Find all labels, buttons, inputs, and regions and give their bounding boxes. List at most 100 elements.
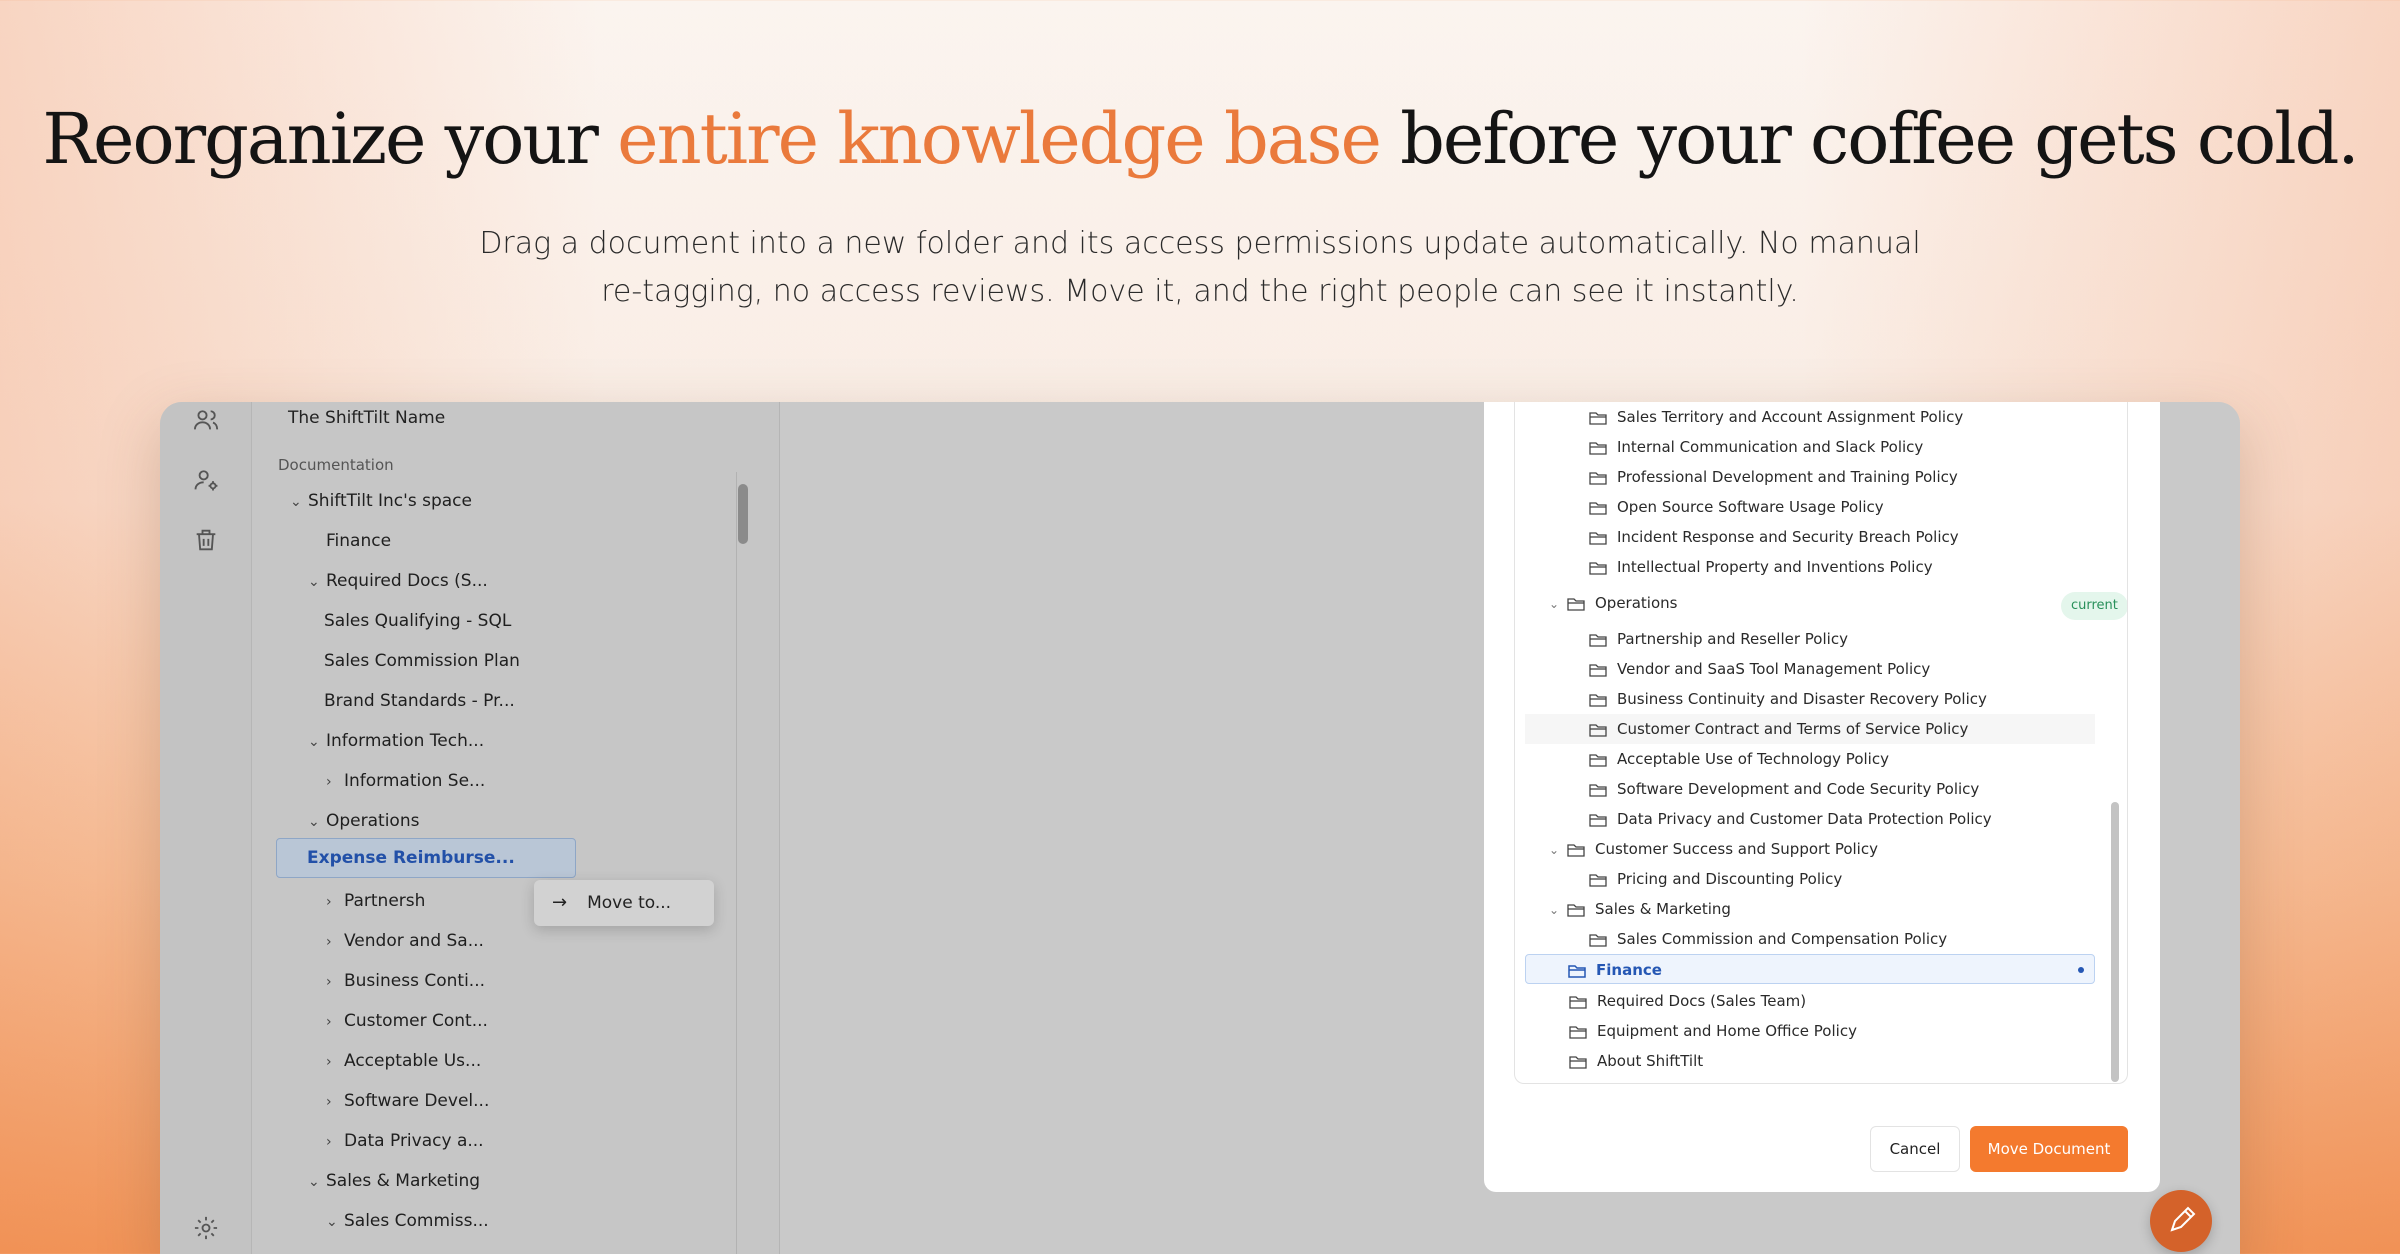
folder-row[interactable]: Open Source Software Usage Policy bbox=[1589, 492, 1884, 522]
chevron-icon: ⌄ bbox=[308, 574, 320, 590]
folder-label: Operations bbox=[1595, 594, 1678, 612]
folder-row[interactable]: Software Development and Code Security P… bbox=[1589, 774, 1979, 804]
edit-fab-button[interactable] bbox=[2150, 1190, 2212, 1252]
pencil-icon bbox=[2170, 1206, 2196, 1232]
tree-item-label: Sales Commission Plan bbox=[324, 651, 520, 671]
tree-item[interactable]: ⌄ Operations bbox=[308, 804, 419, 838]
folder-icon bbox=[1567, 597, 1585, 611]
tree-item[interactable]: ⌄ Sales & Marketing bbox=[308, 1164, 480, 1198]
folder-row[interactable]: Sales Commission and Compensation Policy bbox=[1589, 924, 1947, 954]
folder-icon bbox=[1589, 693, 1607, 707]
folder-icon bbox=[1589, 933, 1607, 947]
tree-item-selected[interactable]: Expense Reimburse... bbox=[276, 838, 576, 878]
folder-icon bbox=[1589, 783, 1607, 797]
tree-item[interactable]: ⌄ Sales Commiss... bbox=[326, 1204, 489, 1238]
tree-item[interactable]: › Acceptable Us... bbox=[326, 1044, 481, 1078]
folder-label: Intellectual Property and Inventions Pol… bbox=[1617, 558, 1933, 576]
tree-item[interactable]: › Business Conti... bbox=[326, 964, 485, 998]
tree-item-label: Operations bbox=[326, 811, 420, 831]
tree-item[interactable]: › Vendor and Sa... bbox=[326, 924, 484, 958]
headline-tail: before your coffee gets cold. bbox=[1379, 98, 2360, 180]
folder-icon bbox=[1589, 471, 1607, 485]
tree-item[interactable]: › Software Devel... bbox=[326, 1084, 489, 1118]
trash-icon[interactable] bbox=[192, 526, 220, 554]
cancel-button[interactable]: Cancel bbox=[1870, 1126, 1960, 1172]
folder-icon bbox=[1569, 1025, 1587, 1039]
tree-item[interactable]: Brand Standards - Pr... bbox=[306, 684, 515, 718]
tree-item-label: Partnersh bbox=[344, 891, 426, 911]
folder-row[interactable]: ⌄ Operations bbox=[1549, 588, 1677, 618]
tree-item-label: Sales & Marketing bbox=[326, 1171, 481, 1191]
tree-item-label: Data Privacy a... bbox=[344, 1131, 484, 1151]
chevron-down-icon[interactable]: ⌄ bbox=[1549, 589, 1567, 619]
folder-row[interactable]: ⌄ Sales & Marketing bbox=[1549, 894, 1731, 924]
chevron-icon: ⌄ bbox=[290, 494, 302, 510]
tree-item[interactable]: › Data Privacy a... bbox=[326, 1124, 484, 1158]
hero-headline: Reorganize your entire knowledge base be… bbox=[0, 98, 2400, 180]
folder-row[interactable]: Business Continuity and Disaster Recover… bbox=[1589, 684, 1987, 714]
chevron-icon: › bbox=[326, 1134, 332, 1150]
tree-item[interactable]: › Customer Cont... bbox=[326, 1004, 488, 1038]
folder-row[interactable]: Sales Territory and Account Assignment P… bbox=[1589, 402, 1963, 432]
folder-row[interactable]: Equipment and Home Office Policy bbox=[1569, 1016, 1857, 1046]
folder-label: Customer Success and Support Policy bbox=[1595, 840, 1878, 858]
move-document-dialog: Sales Territory and Account Assignment P… bbox=[1484, 402, 2160, 1192]
folder-label: Business Continuity and Disaster Recover… bbox=[1617, 690, 1987, 708]
folder-label: Required Docs (Sales Team) bbox=[1597, 992, 1807, 1010]
folder-row[interactable]: Intellectual Property and Inventions Pol… bbox=[1589, 552, 1933, 582]
chevron-icon: ⌄ bbox=[326, 1214, 338, 1230]
folder-icon bbox=[1589, 441, 1607, 455]
folder-row-hover[interactable]: Customer Contract and Terms of Service P… bbox=[1525, 714, 2095, 744]
folder-icon bbox=[1567, 843, 1585, 857]
sidebar-scrollbar[interactable] bbox=[738, 484, 748, 544]
folder-row[interactable]: About ShiftTilt bbox=[1569, 1046, 1703, 1076]
headline-accent: entire knowledge base bbox=[617, 98, 1382, 180]
folder-tree-scrollbar[interactable] bbox=[2111, 802, 2119, 1082]
tree-item[interactable]: Sales Commission Plan bbox=[306, 644, 520, 678]
chevron-icon: › bbox=[326, 1014, 332, 1030]
main-content: Sales Territory and Account Assignment P… bbox=[780, 402, 2240, 1254]
tree-item[interactable]: Sales Qualifying - SQL bbox=[306, 604, 511, 638]
folder-icon bbox=[1589, 813, 1607, 827]
tree-item[interactable]: ⌄ Required Docs (S... bbox=[308, 564, 488, 598]
tree-item[interactable]: ⌄ ShiftTilt Inc's space bbox=[290, 484, 472, 518]
folder-label: Sales & Marketing bbox=[1595, 900, 1731, 918]
folder-row-selected[interactable]: Finance bbox=[1525, 954, 2095, 984]
folder-row[interactable]: Required Docs (Sales Team) bbox=[1569, 986, 1806, 1016]
folder-row[interactable]: Incident Response and Security Breach Po… bbox=[1589, 522, 1959, 552]
user-settings-icon[interactable] bbox=[192, 466, 220, 494]
folder-label: Sales Territory and Account Assignment P… bbox=[1617, 408, 1964, 426]
chevron-icon: › bbox=[326, 1054, 332, 1070]
icon-rail bbox=[160, 402, 252, 1254]
tree-item[interactable]: Finance bbox=[308, 524, 391, 558]
folder-row[interactable]: Acceptable Use of Technology Policy bbox=[1589, 744, 1889, 774]
move-document-button[interactable]: Move Document bbox=[1970, 1126, 2128, 1172]
chevron-down-icon[interactable]: ⌄ bbox=[1549, 895, 1567, 925]
folder-row[interactable]: ⌄ Customer Success and Support Policy bbox=[1549, 834, 1878, 864]
folder-icon bbox=[1589, 873, 1607, 887]
move-to-menu-item[interactable]: → Move to... bbox=[534, 880, 714, 926]
section-heading: Documentation bbox=[278, 456, 394, 474]
tree-item[interactable]: ⌄ Information Tech... bbox=[308, 724, 484, 758]
tree-item[interactable]: › Information Se... bbox=[326, 764, 485, 798]
tree-item[interactable]: › Partnersh bbox=[326, 884, 425, 918]
folder-row[interactable]: Internal Communication and Slack Policy bbox=[1589, 432, 1923, 462]
folder-label: Internal Communication and Slack Policy bbox=[1617, 438, 1924, 456]
folder-row[interactable]: Data Privacy and Customer Data Protectio… bbox=[1589, 804, 1992, 834]
settings-icon[interactable] bbox=[192, 1214, 220, 1242]
sidebar: The ShiftTilt Name Documentation ⌄ ShiftT… bbox=[252, 402, 780, 1254]
users-icon[interactable] bbox=[192, 406, 220, 434]
folder-row[interactable]: Partnership and Reseller Policy bbox=[1589, 624, 1848, 654]
folder-row[interactable]: Vendor and SaaS Tool Management Policy bbox=[1589, 654, 1930, 684]
move-to-label: Move to... bbox=[587, 893, 672, 913]
chevron-down-icon[interactable]: ⌄ bbox=[1549, 835, 1567, 865]
folder-label: Open Source Software Usage Policy bbox=[1617, 498, 1884, 516]
folder-label: Acceptable Use of Technology Policy bbox=[1617, 750, 1889, 768]
folder-row[interactable]: Pricing and Discounting Policy bbox=[1589, 864, 1842, 894]
folder-row[interactable]: Professional Development and Training Po… bbox=[1589, 462, 1958, 492]
tree-item-label: Brand Standards - Pr... bbox=[324, 691, 515, 711]
tree-item-label: Customer Cont... bbox=[344, 1011, 488, 1031]
tree-item-label: Finance bbox=[326, 531, 392, 551]
tree-item-label: Vendor and Sa... bbox=[344, 931, 484, 951]
folder-icon bbox=[1589, 531, 1607, 545]
